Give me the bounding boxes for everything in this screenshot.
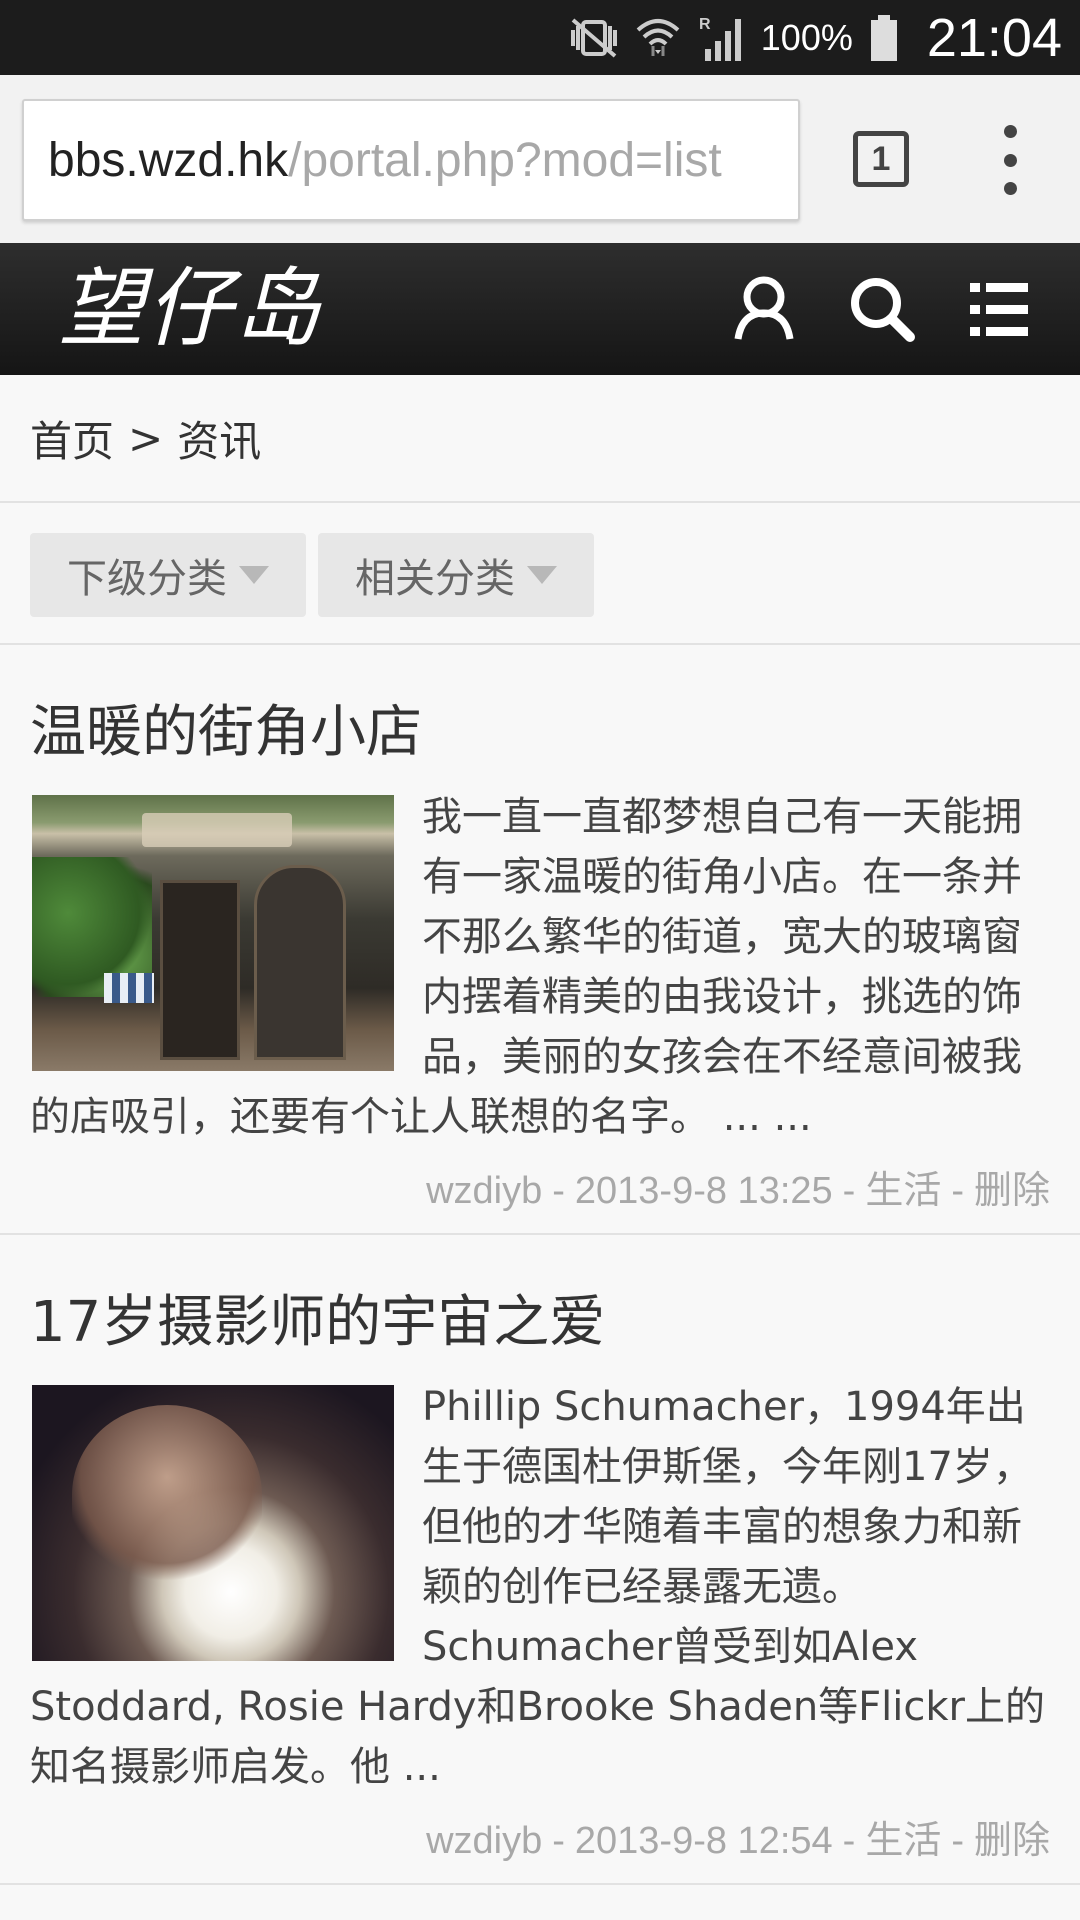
site-header: 望仔岛 [0, 243, 1080, 375]
article-thumbnail[interactable] [32, 1385, 394, 1661]
breadcrumb: 首页 > 资讯 [0, 375, 1080, 503]
article-body: 我一直一直都梦想自己有一天能拥有一家温暖的街角小店。在一条并不那么繁华的街道，宽… [30, 787, 1050, 1147]
url-host: bbs.wzd.hk [48, 133, 289, 187]
signal-roaming-icon: R [697, 13, 747, 63]
site-logo[interactable]: 望仔岛 [58, 259, 322, 359]
meta-separator: - [951, 1170, 964, 1212]
sub-category-dropdown[interactable]: 下级分类 [30, 533, 306, 617]
meta-separator: - [552, 1820, 565, 1862]
tab-switcher-button[interactable]: 1 [853, 131, 909, 187]
article-meta: wzdiyb -2013-9-8 12:54- 生活 - 删除 [426, 1809, 1050, 1864]
article-thumbnail[interactable] [32, 795, 394, 1071]
user-icon[interactable] [728, 273, 800, 345]
caret-down-icon [527, 566, 557, 584]
related-category-label: 相关分类 [355, 556, 515, 602]
article-datetime: 2013-9-8 12:54 [574, 1820, 833, 1862]
more-vertical-icon[interactable] [990, 125, 1030, 195]
battery-icon [867, 13, 901, 63]
article-category[interactable]: 生活 [865, 1820, 941, 1862]
article-meta: wzdiyb -2013-9-8 13:25- 生活 - 删除 [426, 1159, 1050, 1214]
browser-toolbar: bbs.wzd.hk/portal.php?mod=list 1 [0, 75, 1080, 243]
article-item: 17岁摄影师的宇宙之爱 Phillip Schumacher，1994年出生于德… [0, 1237, 1080, 1885]
sub-category-label: 下级分类 [67, 556, 227, 602]
article-title[interactable]: 温暖的街角小店 [30, 687, 422, 768]
meta-separator: - [552, 1170, 565, 1212]
breadcrumb-separator: > [128, 413, 164, 463]
delete-link[interactable]: 删除 [974, 1170, 1050, 1212]
article-body: Phillip Schumacher，1994年出生于德国杜伊斯堡，今年刚17岁… [30, 1377, 1050, 1797]
hamburger-menu-icon[interactable] [962, 273, 1034, 345]
breadcrumb-current[interactable]: 资讯 [177, 408, 261, 469]
breadcrumb-home-link[interactable]: 首页 [30, 408, 114, 469]
caret-down-icon [239, 566, 269, 584]
battery-percent: 100% [760, 16, 853, 58]
status-icons: R 100% 21:04 [569, 7, 1062, 69]
article-datetime: 2013-9-8 13:25 [574, 1170, 833, 1212]
meta-separator: - [842, 1820, 856, 1862]
article-author[interactable]: wzdiyb [426, 1820, 542, 1862]
svg-text:R: R [699, 16, 711, 33]
article-item: 温暖的街角小店 我一直一直都梦想自己有一天能拥有一家温暖的街角小店。在一条并不那… [0, 647, 1080, 1235]
article-category[interactable]: 生活 [865, 1170, 941, 1212]
url-path: /portal.php?mod=list [288, 133, 722, 187]
wifi-icon [633, 13, 683, 63]
url-bar[interactable]: bbs.wzd.hk/portal.php?mod=list [22, 99, 800, 221]
category-filters: 下级分类 相关分类 [0, 505, 1080, 645]
related-category-dropdown[interactable]: 相关分类 [318, 533, 594, 617]
delete-link[interactable]: 删除 [974, 1820, 1050, 1862]
search-icon[interactable] [846, 273, 918, 345]
status-bar: R 100% 21:04 [0, 0, 1080, 75]
meta-separator: - [951, 1820, 964, 1862]
meta-separator: - [842, 1170, 856, 1212]
article-title[interactable]: 17岁摄影师的宇宙之爱 [30, 1277, 605, 1358]
vibrate-mute-icon [569, 13, 619, 63]
article-author[interactable]: wzdiyb [426, 1170, 542, 1212]
clock: 21:04 [926, 7, 1062, 68]
